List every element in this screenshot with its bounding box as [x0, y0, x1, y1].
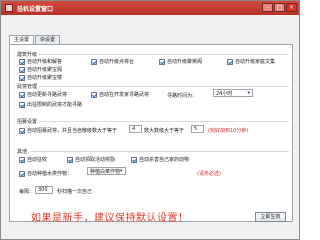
- checkbox-hero-1[interactable]: 自动更新寻路武将: [19, 91, 67, 98]
- section-title-other: 其他: [17, 149, 28, 155]
- checkbox-building-2[interactable]: 自动升级点将台: [91, 58, 134, 65]
- checkbox-other-3[interactable]: 自动杀害自己家的动物: [131, 156, 189, 163]
- section-title-hero: 武将管理: [17, 84, 38, 90]
- chevron-down-icon: ▾: [247, 90, 250, 96]
- section-divider: [31, 151, 289, 152]
- checkbox-building-3[interactable]: 自动升级聚英阁: [159, 58, 202, 65]
- window-controls: – □ ×: [262, 3, 297, 12]
- maximize-button[interactable]: □: [274, 3, 285, 12]
- checkbox-icon: [131, 156, 137, 163]
- interval-label: 每隔：: [19, 189, 35, 195]
- hero-time-select[interactable]: 24小时 ▾: [213, 89, 253, 97]
- close-button[interactable]: ×: [286, 3, 297, 12]
- tab-misc-settings[interactable]: 杂设置: [35, 35, 61, 44]
- checkbox-other-plant[interactable]: 自动种植水类作物：: [19, 170, 72, 177]
- window-title: 挂机设置窗口: [17, 6, 54, 13]
- tab-strip: 主设置 杂设置: [9, 35, 61, 45]
- section-divider: [39, 121, 289, 122]
- checkbox-other-2[interactable]: 自动领取活动奖励: [67, 156, 115, 163]
- checkbox-building-4[interactable]: 自动升级家庭文集: [227, 58, 275, 65]
- checkbox-building-6[interactable]: 自动升级聚宝楼: [19, 74, 62, 81]
- chevron-down-icon: ▾: [120, 168, 123, 174]
- checkbox-icon: [19, 127, 25, 134]
- checkbox-icon: [19, 74, 25, 81]
- checkbox-icon: [19, 170, 25, 177]
- checkbox-icon: [19, 156, 25, 163]
- checkbox-icon: [91, 91, 97, 98]
- checkbox-hero-2[interactable]: 自动在开发家寻路武将: [91, 91, 149, 98]
- checkbox-card-main[interactable]: 自动招募武将，并且当自散级数大于等于: [19, 127, 117, 134]
- footer-tip: 如果是新手，建议保持默认设置！: [31, 213, 189, 224]
- card-value-2-input[interactable]: 5: [191, 125, 204, 133]
- checkbox-icon: [159, 58, 165, 65]
- plant-hint: (请务必选): [197, 171, 221, 177]
- section-title-card: 招募设置: [17, 119, 38, 125]
- plant-type-select[interactable]: 种植白菜作物 ▾: [87, 167, 126, 175]
- checkbox-icon: [19, 66, 25, 73]
- checkbox-icon: [227, 58, 233, 65]
- app-icon: [5, 4, 13, 12]
- settings-window: 挂机设置窗口 – □ × 主设置 杂设置 建筑升级 自动升级和解答 自动升级点将…: [0, 0, 300, 240]
- checkbox-building-1[interactable]: 自动升级和解答: [19, 58, 62, 65]
- apply-button[interactable]: 立即生效: [255, 212, 286, 222]
- checkbox-icon: [19, 58, 25, 65]
- hero-time-label: 寻路时间为：: [167, 93, 198, 99]
- interval-input[interactable]: 300: [35, 186, 53, 194]
- checkbox-icon: [67, 156, 73, 163]
- minimize-button[interactable]: –: [262, 3, 273, 12]
- card-value-1-input[interactable]: 4: [129, 125, 142, 133]
- section-divider: [39, 86, 289, 87]
- checkbox-icon: [91, 58, 97, 65]
- checkbox-building-5[interactable]: 自动升级聚宝阁: [19, 66, 62, 73]
- title-bar: 挂机设置窗口 – □ ×: [1, 1, 299, 15]
- card-mid-label: 数大数级大于等于: [144, 128, 185, 134]
- checkbox-icon: [19, 101, 25, 108]
- checkbox-other-1[interactable]: 自动征收: [19, 156, 47, 163]
- checkbox-hero-3[interactable]: 出征限制的武将才能寻路: [19, 101, 82, 108]
- interval-suffix: 秒扫描一次自己: [57, 189, 93, 195]
- checkbox-icon: [19, 91, 25, 98]
- section-divider: [39, 54, 289, 55]
- card-hint: (刻好加到10分钟): [208, 128, 249, 134]
- section-title-building: 建筑升级: [17, 52, 38, 58]
